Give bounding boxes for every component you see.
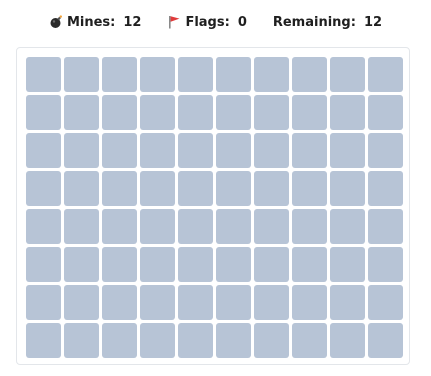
cell-covered[interactable] (140, 323, 175, 358)
cell-covered[interactable] (216, 285, 251, 320)
cell-covered[interactable] (330, 247, 365, 282)
cell-covered[interactable] (140, 209, 175, 244)
cell-covered[interactable] (292, 133, 327, 168)
flags-counter: Flags 0 (167, 14, 247, 30)
cell-covered[interactable] (26, 323, 61, 358)
cell-covered[interactable] (330, 209, 365, 244)
cell-covered[interactable] (178, 323, 213, 358)
cell-covered[interactable] (254, 323, 289, 358)
cell-covered[interactable] (140, 57, 175, 92)
cell-covered[interactable] (216, 209, 251, 244)
cell-covered[interactable] (64, 209, 99, 244)
cell-covered[interactable] (64, 247, 99, 282)
cell-covered[interactable] (26, 285, 61, 320)
cell-covered[interactable] (102, 95, 137, 130)
cell-covered[interactable] (64, 323, 99, 358)
cell-covered[interactable] (254, 171, 289, 206)
cell-covered[interactable] (64, 95, 99, 130)
cell-covered[interactable] (216, 133, 251, 168)
flags-value: 0 (237, 14, 247, 30)
cell-covered[interactable] (330, 171, 365, 206)
cell-covered[interactable] (368, 133, 403, 168)
cell-covered[interactable] (140, 133, 175, 168)
mines-value: 12 (123, 14, 142, 30)
cell-covered[interactable] (178, 57, 213, 92)
cell-covered[interactable] (178, 209, 213, 244)
mines-counter: Mines 12 (49, 14, 142, 30)
cell-covered[interactable] (292, 209, 327, 244)
cell-covered[interactable] (368, 285, 403, 320)
bomb-icon (49, 15, 63, 29)
cell-covered[interactable] (216, 247, 251, 282)
cell-covered[interactable] (216, 57, 251, 92)
cell-covered[interactable] (216, 171, 251, 206)
cell-covered[interactable] (330, 57, 365, 92)
board-frame (16, 47, 410, 365)
cell-covered[interactable] (26, 57, 61, 92)
remaining-label: Remaining (273, 15, 356, 30)
cell-covered[interactable] (254, 285, 289, 320)
cell-covered[interactable] (368, 209, 403, 244)
cell-covered[interactable] (330, 95, 365, 130)
cell-covered[interactable] (216, 323, 251, 358)
cell-covered[interactable] (368, 95, 403, 130)
cell-covered[interactable] (102, 57, 137, 92)
cell-covered[interactable] (26, 209, 61, 244)
cell-covered[interactable] (140, 171, 175, 206)
remaining-value: 12 (363, 14, 383, 30)
cell-covered[interactable] (368, 247, 403, 282)
cell-covered[interactable] (292, 57, 327, 92)
cell-covered[interactable] (26, 95, 61, 130)
cell-covered[interactable] (178, 95, 213, 130)
flags-label: Flags (185, 15, 229, 30)
cell-covered[interactable] (216, 95, 251, 130)
cell-covered[interactable] (254, 95, 289, 130)
cell-covered[interactable] (368, 57, 403, 92)
cell-covered[interactable] (26, 171, 61, 206)
cell-covered[interactable] (330, 133, 365, 168)
cell-covered[interactable] (292, 323, 327, 358)
cell-covered[interactable] (178, 133, 213, 168)
cell-covered[interactable] (64, 57, 99, 92)
cell-covered[interactable] (102, 285, 137, 320)
cell-covered[interactable] (330, 323, 365, 358)
red-flag-icon (167, 15, 181, 29)
cell-covered[interactable] (178, 171, 213, 206)
minefield-grid (26, 57, 403, 358)
cell-covered[interactable] (26, 247, 61, 282)
cell-covered[interactable] (102, 209, 137, 244)
cell-covered[interactable] (368, 323, 403, 358)
cell-covered[interactable] (292, 95, 327, 130)
cell-covered[interactable] (330, 285, 365, 320)
cell-covered[interactable] (254, 133, 289, 168)
cell-covered[interactable] (140, 95, 175, 130)
cell-covered[interactable] (254, 57, 289, 92)
cell-covered[interactable] (26, 133, 61, 168)
cell-covered[interactable] (140, 247, 175, 282)
cell-covered[interactable] (368, 171, 403, 206)
cell-covered[interactable] (292, 285, 327, 320)
cell-covered[interactable] (178, 247, 213, 282)
mines-label: Mines (67, 15, 115, 30)
cell-covered[interactable] (254, 247, 289, 282)
cell-covered[interactable] (292, 171, 327, 206)
cell-covered[interactable] (102, 247, 137, 282)
remaining-counter: Remaining 12 (273, 15, 382, 30)
cell-covered[interactable] (102, 133, 137, 168)
cell-covered[interactable] (254, 209, 289, 244)
cell-covered[interactable] (102, 171, 137, 206)
cell-covered[interactable] (178, 285, 213, 320)
status-bar: Mines 12 Flags 0 Remaining 12 (0, 10, 431, 34)
cell-covered[interactable] (292, 247, 327, 282)
cell-covered[interactable] (140, 285, 175, 320)
cell-covered[interactable] (102, 323, 137, 358)
cell-covered[interactable] (64, 133, 99, 168)
cell-covered[interactable] (64, 285, 99, 320)
cell-covered[interactable] (64, 171, 99, 206)
